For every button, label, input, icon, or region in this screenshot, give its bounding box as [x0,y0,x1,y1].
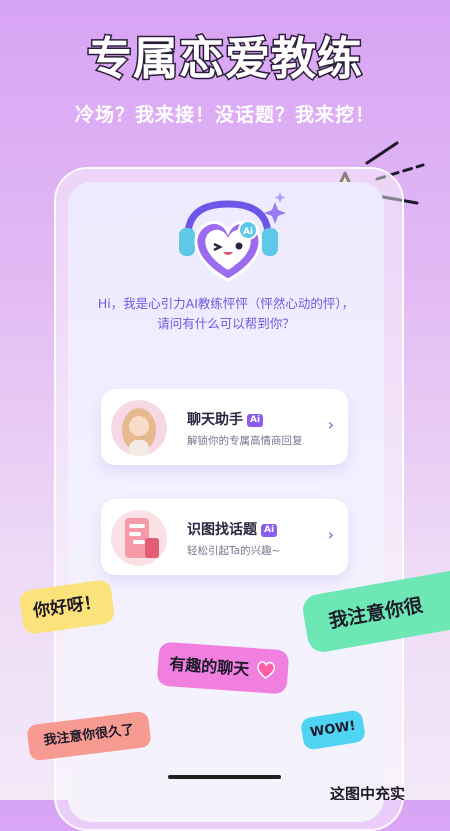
assistant-greeting: Hi，我是心引力AI教练怦怦（怦然心动的怦）， 请问有什么可以帮到你？ [78,294,374,334]
card-title: 识图找话题 Ai [187,519,278,539]
hero-subtitle: 冷场？我来接！没话题？我来挖！ [74,104,375,126]
heart-mascot-icon: Ai [179,192,286,282]
chat-assistant-card[interactable]: 聊天助手 Ai 解锁你的专属高情商回复 › [101,389,348,465]
svg-text:Ai: Ai [243,227,253,237]
chat-screenshot-icon [111,510,167,566]
image-topic-card[interactable]: 识图找话题 Ai 轻松引起Ta的兴趣~ › [101,499,348,575]
card-description: 解锁你的专属高情商回复 [187,435,303,447]
card-description: 轻松引起Ta的兴趣~ [187,545,281,557]
greeting-line-2: 请问有什么可以帮到你？ [157,316,295,331]
card-title: 聊天助手 Ai [187,409,264,429]
woman-avatar-icon [111,400,167,456]
chevron-right-icon: › [327,415,334,434]
ai-badge: Ai [247,414,264,427]
sticker-fun-chat: 有趣的聊天 [156,641,290,695]
home-indicator [168,775,281,779]
heart-icon [256,661,275,679]
greeting-line-1: Hi，我是心引力AI教练怦怦（怦然心动的怦）， [97,296,355,311]
chevron-right-icon: › [327,525,334,544]
hero-title: 专属恋爱教练 [85,31,363,87]
ai-badge: Ai [261,524,278,537]
sticker-bottom-partial: 这图中充实 [330,785,406,800]
